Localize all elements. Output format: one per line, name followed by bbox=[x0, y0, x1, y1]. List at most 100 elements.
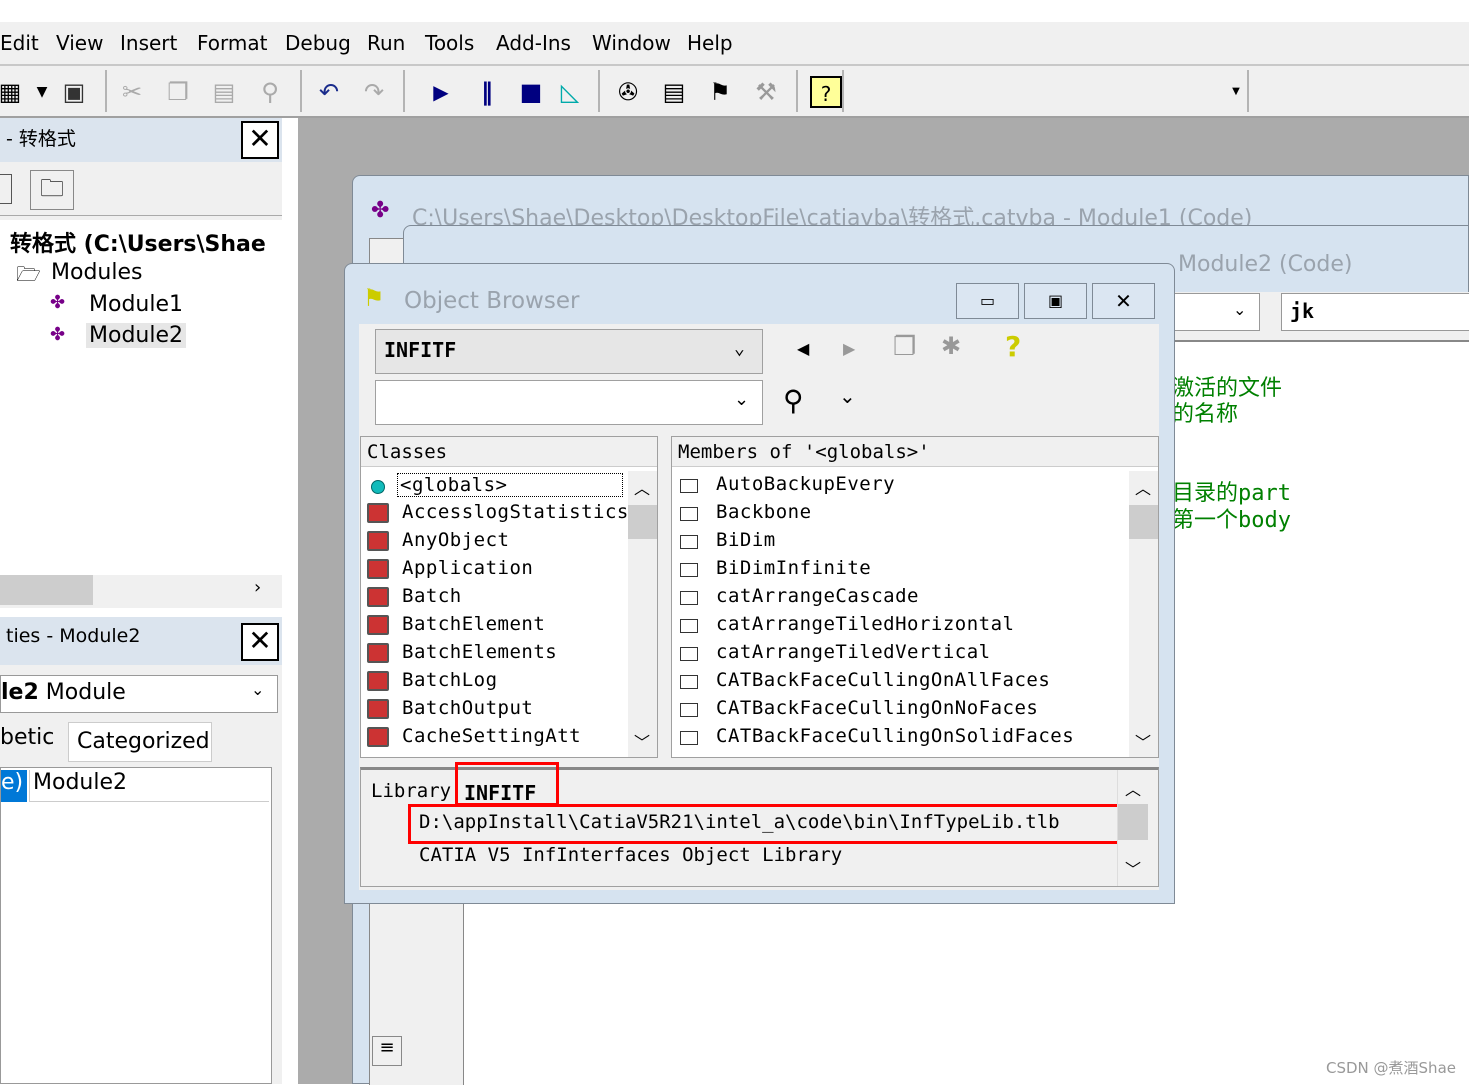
menu-run[interactable]: Run bbox=[367, 31, 405, 55]
property-value[interactable]: Module2 bbox=[29, 770, 269, 802]
view-definition-icon[interactable]: ✱ bbox=[941, 332, 961, 360]
tab-alphabetic[interactable]: betic bbox=[0, 725, 54, 750]
class-icon bbox=[367, 559, 389, 579]
vertical-scrollbar[interactable]: ︿ ﹀ bbox=[628, 471, 657, 757]
member-name: Backbone bbox=[716, 501, 812, 523]
object-browser-icon: ⚑ bbox=[363, 284, 385, 312]
class-name: Application bbox=[402, 557, 534, 579]
run-icon[interactable]: ▶ bbox=[425, 76, 457, 108]
class-name: AnyObject bbox=[402, 529, 510, 551]
member-item[interactable]: Backbone bbox=[672, 499, 1128, 527]
find-icon[interactable]: ⚲ bbox=[254, 76, 286, 108]
pause-icon[interactable]: ‖ bbox=[471, 76, 503, 108]
class-icon bbox=[367, 727, 389, 747]
go-forward-icon[interactable]: ▶ bbox=[843, 339, 855, 358]
close-icon[interactable]: ✕ bbox=[241, 623, 279, 661]
view-object-icon[interactable]: ▦ bbox=[0, 76, 26, 108]
class-item[interactable]: CacheSettingAtt bbox=[361, 723, 627, 751]
save-icon[interactable]: ▣ bbox=[58, 76, 90, 108]
class-item[interactable]: BatchElements bbox=[361, 639, 627, 667]
member-item[interactable]: AutoBackupEvery bbox=[672, 471, 1128, 499]
paste-icon[interactable]: ▤ bbox=[208, 76, 240, 108]
close-icon[interactable]: ✕ bbox=[241, 121, 279, 159]
class-item[interactable]: AnyObject bbox=[361, 527, 627, 555]
properties-title: ties - Module2 bbox=[0, 617, 282, 665]
member-item[interactable]: CATBackFaceCullingOnSolidFaces bbox=[672, 723, 1128, 751]
member-item[interactable]: BiDimInfinite bbox=[672, 555, 1128, 583]
redo-icon[interactable]: ↷ bbox=[358, 76, 390, 108]
module2-title: Module2 (Code) bbox=[1178, 252, 1353, 277]
copy-icon[interactable]: ❐ bbox=[893, 332, 916, 362]
class-icon bbox=[367, 615, 389, 635]
help-icon[interactable]: ? bbox=[1005, 330, 1021, 363]
tree-modules-folder[interactable]: Modules bbox=[51, 260, 142, 285]
close-button[interactable]: ✕ bbox=[1092, 283, 1155, 319]
class-item[interactable]: Application bbox=[361, 555, 627, 583]
tree-module1[interactable]: Module1 bbox=[89, 292, 183, 317]
vertical-scrollbar[interactable]: ︿ ﹀ bbox=[1129, 471, 1158, 757]
search-combo[interactable]: ⌄ bbox=[375, 380, 763, 425]
properties-icon[interactable]: ▤ bbox=[658, 76, 690, 108]
class-item[interactable]: BatchLog bbox=[361, 667, 627, 695]
minimize-button[interactable]: ▭ bbox=[956, 283, 1019, 319]
menu-debug[interactable]: Debug bbox=[285, 31, 351, 55]
module-icon: ✤ bbox=[371, 198, 390, 223]
menu-insert[interactable]: Insert bbox=[120, 31, 177, 55]
tab-categorized[interactable]: Categorized bbox=[68, 722, 212, 762]
member-item[interactable]: BiDim bbox=[672, 527, 1128, 555]
menu-view[interactable]: View bbox=[56, 31, 103, 55]
class-item[interactable]: <globals> bbox=[361, 471, 627, 499]
maximize-button[interactable]: ▣ bbox=[1024, 283, 1087, 319]
class-item[interactable]: Batch bbox=[361, 583, 627, 611]
constant-icon bbox=[680, 591, 698, 605]
menu-tools[interactable]: Tools bbox=[425, 31, 474, 55]
library-combo[interactable]: INFITF ⌄ bbox=[375, 329, 763, 374]
members-list: Members of '<globals>' AutoBackupEvery Ba… bbox=[671, 436, 1159, 758]
menu-window[interactable]: Window bbox=[592, 31, 671, 55]
toolbox-icon[interactable]: ⚒ bbox=[750, 76, 782, 108]
class-item[interactable]: AccesslogStatistics bbox=[361, 499, 627, 527]
member-item[interactable]: catArrangeTiledVertical bbox=[672, 639, 1128, 667]
copy-icon[interactable]: ❐ bbox=[162, 76, 194, 108]
chevron-down-icon: ⌄ bbox=[734, 389, 750, 410]
member-name: CATBackFaceCullingOnNoFaces bbox=[716, 697, 1039, 719]
detail-path[interactable]: D:\appInstall\CatiaV5R21\intel_a\code\bi… bbox=[408, 804, 1125, 844]
menu-add-ins[interactable]: Add-Ins bbox=[496, 31, 571, 55]
menu-edit[interactable]: Edit bbox=[0, 31, 39, 55]
class-name: Batch bbox=[402, 585, 462, 607]
stop-icon[interactable]: ■ bbox=[515, 76, 547, 108]
help-icon[interactable]: ? bbox=[810, 76, 842, 108]
search-icon[interactable]: ⚲ bbox=[783, 384, 804, 417]
go-back-icon[interactable]: ◀ bbox=[797, 339, 809, 358]
dropdown-arrow-icon[interactable]: ▼ bbox=[26, 76, 58, 108]
show-results-icon[interactable]: ⌄ bbox=[839, 384, 856, 408]
class-name: CacheSettingAtt bbox=[402, 725, 582, 747]
undo-icon[interactable]: ↶ bbox=[313, 76, 345, 108]
member-item[interactable]: CATBackFaceCullingOnAllFaces bbox=[672, 667, 1128, 695]
project-explorer-icon[interactable]: ✇ bbox=[612, 76, 644, 108]
object-browser-icon[interactable]: ⚑ bbox=[704, 76, 736, 108]
class-item[interactable]: BatchElement bbox=[361, 611, 627, 639]
class-item[interactable]: BatchOutput bbox=[361, 695, 627, 723]
constant-icon bbox=[680, 675, 698, 689]
tree-root[interactable]: 转格式 (C:\Users\Shae bbox=[10, 226, 266, 258]
vertical-scrollbar[interactable]: ︿ ﹀ bbox=[1117, 770, 1148, 886]
cut-icon[interactable]: ✂ bbox=[116, 76, 148, 108]
object-dropdown[interactable]: le2 Module ⌄ bbox=[0, 675, 278, 713]
member-item[interactable]: CATBackFaceCullingOnNoFaces bbox=[672, 695, 1128, 723]
tree-module2[interactable]: Module2 bbox=[86, 323, 186, 348]
constant-icon bbox=[680, 563, 698, 577]
toggle-folders-icon[interactable]: 🗀 bbox=[30, 170, 74, 210]
procedure-combo[interactable]: jk bbox=[1281, 293, 1469, 331]
horizontal-scrollbar[interactable]: › bbox=[0, 575, 282, 605]
menu-help[interactable]: Help bbox=[687, 31, 733, 55]
property-name[interactable]: e) bbox=[1, 770, 27, 802]
procedure-view-icon[interactable]: ≡ bbox=[372, 1036, 402, 1066]
member-item[interactable]: catArrangeTiledHorizontal bbox=[672, 611, 1128, 639]
detail-library-name: INFITF bbox=[455, 762, 559, 806]
design-mode-icon[interactable]: ◺ bbox=[554, 76, 586, 108]
menu-format[interactable]: Format bbox=[197, 31, 267, 55]
member-item[interactable]: catArrangeCascade bbox=[672, 583, 1128, 611]
class-name: BatchElements bbox=[402, 641, 558, 663]
view-code-icon[interactable] bbox=[0, 174, 12, 204]
